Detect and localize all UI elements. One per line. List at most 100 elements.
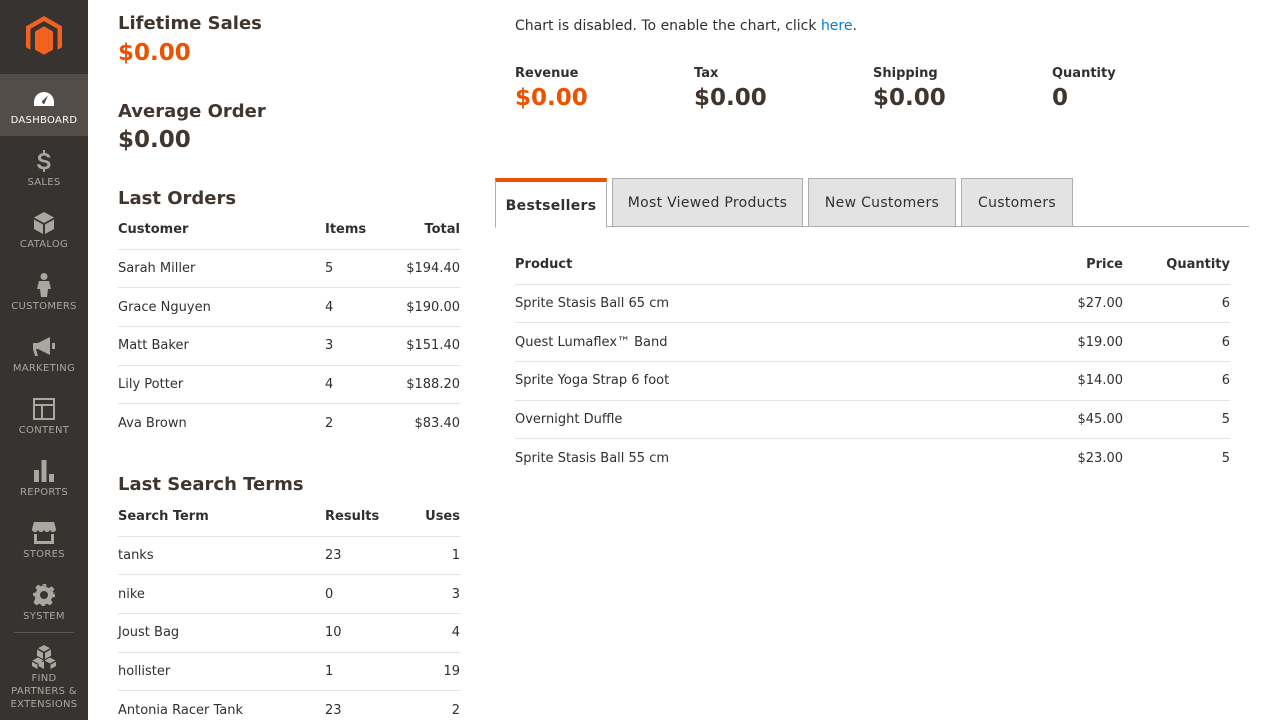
cell-items: 2 bbox=[325, 415, 334, 431]
partners-line-1: Find bbox=[31, 673, 57, 684]
tab-most-viewed-products[interactable]: Most Viewed Products bbox=[612, 178, 803, 227]
cell-total: $194.40 bbox=[393, 249, 460, 289]
table-row[interactable]: Overnight Duffle $45.00 5 bbox=[515, 400, 1230, 440]
column-header-quantity[interactable]: Quantity bbox=[1123, 246, 1230, 285]
tab-customers[interactable]: Customers bbox=[961, 178, 1073, 227]
sidebar-item-customers[interactable]: Customers bbox=[0, 260, 88, 322]
column-header-items[interactable]: Items bbox=[325, 211, 393, 250]
tab-new-customers[interactable]: New Customers bbox=[808, 178, 956, 227]
sidebar-item-stores[interactable]: Stores bbox=[0, 508, 88, 570]
sidebar-item-dashboard[interactable]: Dashboard bbox=[0, 74, 88, 136]
dollar-icon bbox=[36, 149, 52, 173]
dashboard-icon bbox=[33, 87, 55, 111]
table-row[interactable]: Quest Lumaflex™ Band $19.00 6 bbox=[515, 322, 1230, 362]
sidebar-item-label: System bbox=[23, 611, 65, 622]
table-row[interactable]: Matt Baker 3 $151.40 bbox=[118, 326, 460, 366]
boxes-icon bbox=[32, 645, 56, 669]
cell-quantity: 6 bbox=[1123, 361, 1230, 401]
chart-disabled-text: Chart is disabled. To enable the chart, … bbox=[515, 18, 821, 34]
cell-product: Quest Lumaflex™ Band bbox=[515, 322, 1015, 362]
tab-bestsellers[interactable]: Bestsellers bbox=[495, 178, 607, 228]
cell-term: nike bbox=[118, 574, 325, 614]
box-icon bbox=[34, 211, 54, 235]
table-row[interactable]: Grace Nguyen 4 $190.00 bbox=[118, 287, 460, 327]
sidebar-item-content[interactable]: Content bbox=[0, 384, 88, 446]
dashboard-tabs: Bestsellers Most Viewed Products New Cus… bbox=[495, 178, 1249, 228]
table-row[interactable]: Antonia Racer Tank 23 2 bbox=[118, 691, 460, 720]
table-row[interactable]: Ava Brown 2 $83.40 bbox=[118, 404, 460, 443]
column-header-results[interactable]: Results bbox=[325, 498, 393, 537]
cell-price: $45.00 bbox=[1015, 400, 1123, 440]
cell-customer: Lily Potter bbox=[118, 365, 325, 405]
cell-quantity: 6 bbox=[1123, 284, 1230, 324]
table-row[interactable]: hollister 1 19 bbox=[118, 652, 460, 692]
lifetime-sales-value: $0.00 bbox=[118, 40, 191, 66]
table-row[interactable]: Sprite Stasis Ball 65 cm $27.00 6 bbox=[515, 284, 1230, 324]
sidebar-item-label: Catalog bbox=[19, 239, 69, 250]
sidebar-item-marketing[interactable]: Marketing bbox=[0, 322, 88, 384]
table-row[interactable]: Sarah Miller 5 $194.40 bbox=[118, 249, 460, 289]
cell-customer: Sarah Miller bbox=[118, 249, 325, 289]
cell-price: $14.00 bbox=[1015, 361, 1123, 401]
lifetime-sales-label: Lifetime Sales bbox=[118, 13, 262, 34]
cell-items: 3 bbox=[325, 326, 393, 366]
chart-disabled-period: . bbox=[852, 18, 857, 34]
cell-results: 0 bbox=[325, 574, 393, 614]
tax-label: Tax bbox=[694, 66, 719, 81]
table-row[interactable]: tanks 23 1 bbox=[118, 536, 460, 576]
sidebar-item-label: Dashboard bbox=[10, 115, 78, 126]
cell-items: 5 bbox=[325, 249, 393, 289]
table-header-row: Product Price Quantity bbox=[515, 246, 1230, 285]
cell-uses: 1 bbox=[393, 536, 460, 576]
cell-uses: 19 bbox=[393, 652, 460, 692]
cell-quantity: 6 bbox=[1123, 322, 1230, 362]
column-header-total[interactable]: Total bbox=[393, 211, 460, 250]
cell-total: $151.40 bbox=[393, 326, 460, 366]
layout-icon bbox=[33, 397, 55, 421]
quantity-value: 0 bbox=[1052, 85, 1069, 111]
cell-total: $83.40 bbox=[414, 415, 461, 431]
bar-chart-icon bbox=[34, 459, 54, 483]
cell-product: Sprite Stasis Ball 55 cm bbox=[515, 450, 670, 466]
table-row[interactable]: nike 0 3 bbox=[118, 574, 460, 614]
cell-term: Antonia Racer Tank bbox=[118, 702, 243, 718]
shipping-value: $0.00 bbox=[873, 85, 946, 111]
cell-term: tanks bbox=[118, 536, 325, 576]
sidebar-item-sales[interactable]: Sales bbox=[0, 136, 88, 198]
revenue-label: Revenue bbox=[515, 66, 579, 81]
table-row[interactable]: Joust Bag 10 4 bbox=[118, 613, 460, 653]
total-quantity: Quantity 0 bbox=[1052, 66, 1231, 111]
table-row[interactable]: Sprite Stasis Ball 55 cm $23.00 5 bbox=[515, 439, 1230, 478]
cell-total: $188.20 bbox=[393, 365, 460, 405]
column-header-product[interactable]: Product bbox=[515, 246, 1015, 285]
sidebar-item-label: Reports bbox=[20, 487, 68, 498]
sidebar-item-reports[interactable]: Reports bbox=[0, 446, 88, 508]
total-shipping: Shipping $0.00 bbox=[873, 66, 1052, 111]
partners-line-3: Extensions bbox=[10, 699, 78, 710]
table-row[interactable]: Lily Potter 4 $188.20 bbox=[118, 365, 460, 405]
cell-uses: 3 bbox=[393, 574, 460, 614]
chart-disabled-message: Chart is disabled. To enable the chart, … bbox=[515, 18, 857, 34]
sidebar-item-system[interactable]: System bbox=[0, 570, 88, 632]
quantity-label: Quantity bbox=[1052, 66, 1116, 81]
cell-term: Joust Bag bbox=[118, 613, 325, 653]
table-row[interactable]: Sprite Yoga Strap 6 foot $14.00 6 bbox=[515, 361, 1230, 401]
cell-product: Sprite Stasis Ball 65 cm bbox=[515, 284, 1015, 324]
table-header-row: Customer Items Total bbox=[118, 211, 460, 250]
column-header-customer[interactable]: Customer bbox=[118, 211, 325, 250]
cell-price: $19.00 bbox=[1015, 322, 1123, 362]
cell-quantity: 5 bbox=[1221, 450, 1230, 466]
sidebar-item-partners[interactable]: Find Partners & Extensions bbox=[0, 633, 88, 720]
column-header-search-term[interactable]: Search Term bbox=[118, 498, 325, 537]
cell-results: 23 bbox=[325, 702, 342, 718]
cell-price: $27.00 bbox=[1015, 284, 1123, 324]
column-header-price[interactable]: Price bbox=[1015, 246, 1123, 285]
total-revenue: Revenue $0.00 bbox=[515, 66, 694, 111]
shipping-label: Shipping bbox=[873, 66, 938, 81]
store-icon bbox=[32, 521, 56, 545]
bestsellers-table: Product Price Quantity Sprite Stasis Bal… bbox=[515, 246, 1230, 477]
magento-logo[interactable] bbox=[0, 0, 88, 74]
enable-chart-link[interactable]: here bbox=[821, 18, 853, 34]
column-header-uses[interactable]: Uses bbox=[393, 498, 460, 537]
sidebar-item-catalog[interactable]: Catalog bbox=[0, 198, 88, 260]
